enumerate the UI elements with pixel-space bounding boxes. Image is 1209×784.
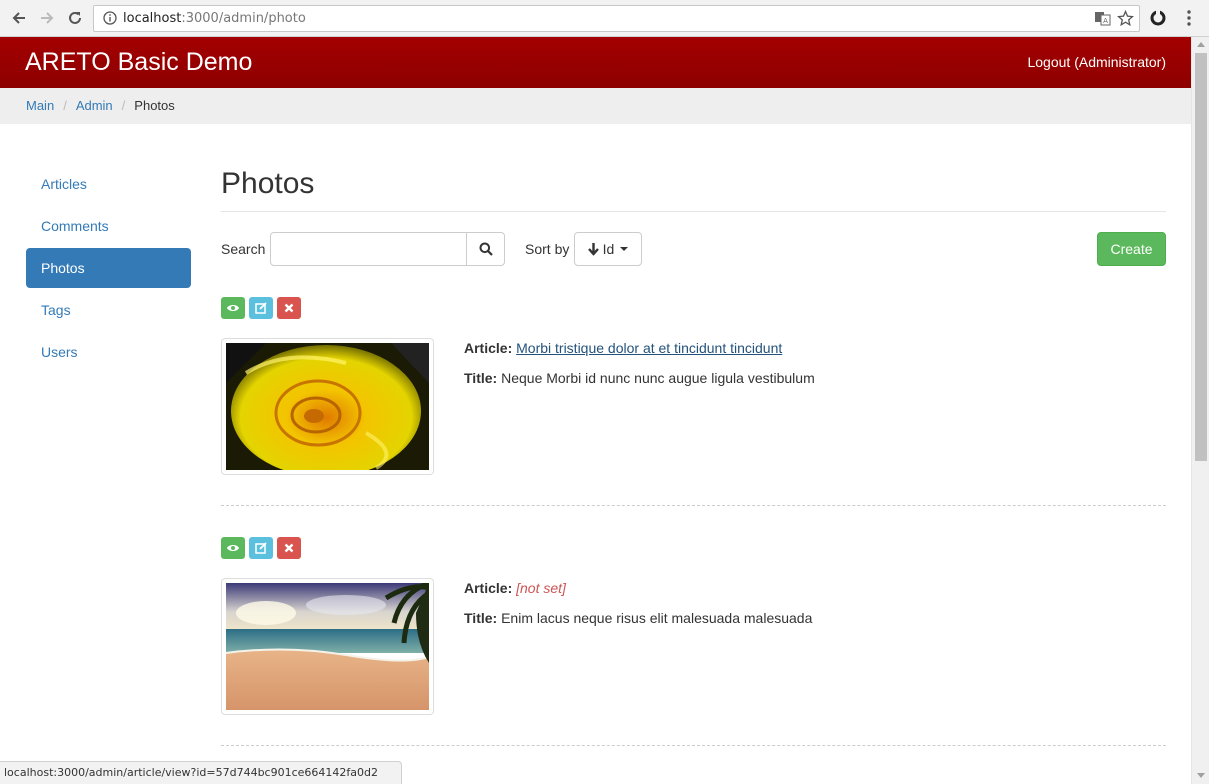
search-button[interactable] <box>466 233 504 265</box>
sidebar-item-tags[interactable]: Tags <box>26 290 191 330</box>
link-status-bar: localhost:3000/admin/article/view?id=57d… <box>0 761 402 784</box>
article-link[interactable]: Morbi tristique dolor at et tincidunt ti… <box>516 340 782 356</box>
sort-value: Id <box>602 241 615 257</box>
title-divider <box>221 211 1166 212</box>
back-button[interactable] <box>8 7 30 29</box>
record-fields: Article: [not set] Title: Enim lacus neq… <box>464 580 812 640</box>
photo-thumbnail[interactable] <box>221 578 434 715</box>
record-fields: Article: Morbi tristique dolor at et tin… <box>464 340 815 400</box>
record-actions <box>221 297 301 319</box>
create-button[interactable]: Create <box>1097 232 1166 266</box>
eye-icon <box>227 545 239 551</box>
address-bar[interactable]: localhost:3000/admin/photo A <box>93 5 1140 32</box>
eye-icon <box>227 305 239 311</box>
page-scrollbar[interactable] <box>1191 37 1209 784</box>
yellow-rose-image <box>226 343 429 470</box>
browser-menu-button[interactable] <box>1178 7 1200 29</box>
scrollbar-thumb[interactable] <box>1195 53 1207 461</box>
delete-button[interactable] <box>277 537 301 559</box>
kebab-menu-icon <box>1187 10 1191 26</box>
delete-button[interactable] <box>277 297 301 319</box>
breadcrumb-separator: / <box>63 98 67 113</box>
edit-icon <box>255 542 267 554</box>
app-navbar: ARETO Basic Demo Logout (Administrator) <box>0 37 1191 88</box>
sidebar-nav: Articles Comments Photos Tags Users <box>26 164 191 374</box>
info-icon[interactable] <box>103 11 117 25</box>
title-field: Title: Neque Morbi id nunc nunc augue li… <box>464 370 815 386</box>
extension-button[interactable] <box>1147 7 1169 29</box>
search-icon <box>479 242 493 256</box>
breadcrumb-admin-link[interactable]: Admin <box>76 98 113 114</box>
caret-down-icon <box>620 247 629 251</box>
article-field: Article: Morbi tristique dolor at et tin… <box>464 340 815 356</box>
tropical-beach-image <box>226 583 429 710</box>
scroll-down-icon[interactable] <box>1197 773 1205 778</box>
browser-toolbar: localhost:3000/admin/photo A <box>0 0 1209 37</box>
title-field: Title: Enim lacus neque risus elit males… <box>464 610 812 626</box>
edit-button[interactable] <box>249 297 273 319</box>
title-label: Title: <box>464 610 498 626</box>
sort-label: Sort by <box>525 241 570 257</box>
svg-text:A: A <box>1103 17 1108 25</box>
search-label: Search <box>221 241 266 257</box>
search-group <box>270 232 505 266</box>
close-icon <box>284 543 294 553</box>
breadcrumb-separator: / <box>121 98 126 113</box>
scroll-up-icon[interactable] <box>1197 42 1205 47</box>
view-button[interactable] <box>221 297 245 319</box>
sort-dropdown[interactable]: Id <box>574 232 642 266</box>
sync-extension-icon <box>1150 10 1166 26</box>
arrow-down-icon <box>587 242 599 256</box>
article-label: Article: <box>464 340 513 356</box>
logout-link[interactable]: Logout (Administrator) <box>1027 54 1166 70</box>
view-button[interactable] <box>221 537 245 559</box>
edit-icon <box>255 302 267 314</box>
title-label: Title: <box>464 370 498 386</box>
title-value: Neque Morbi id nunc nunc augue ligula ve… <box>501 370 815 386</box>
sidebar-item-comments[interactable]: Comments <box>26 206 191 246</box>
sidebar-item-photos[interactable]: Photos <box>26 248 191 288</box>
brand-title[interactable]: ARETO Basic Demo <box>25 48 252 77</box>
star-icon[interactable] <box>1117 10 1134 27</box>
breadcrumb-current: Photos <box>134 98 175 113</box>
forward-button[interactable] <box>36 7 58 29</box>
translate-icon[interactable]: A <box>1094 10 1111 27</box>
title-value: Enim lacus neque risus elit malesuada ma… <box>501 610 813 626</box>
edit-button[interactable] <box>249 537 273 559</box>
record-divider <box>221 745 1166 746</box>
article-not-set: [not set] <box>516 580 566 596</box>
url-text: localhost:3000/admin/photo <box>123 11 306 26</box>
record-actions <box>221 537 301 559</box>
close-icon <box>284 303 294 313</box>
photo-thumbnail[interactable] <box>221 338 434 475</box>
article-label: Article: <box>464 580 513 596</box>
reload-icon <box>69 11 81 24</box>
page-title: Photos <box>221 167 315 200</box>
article-field: Article: [not set] <box>464 580 812 596</box>
breadcrumb-main-link[interactable]: Main <box>26 98 54 114</box>
reload-button[interactable] <box>64 7 86 29</box>
sidebar-item-articles[interactable]: Articles <box>26 164 191 204</box>
search-input[interactable] <box>271 233 466 265</box>
back-arrow-icon <box>12 12 25 24</box>
forward-arrow-icon <box>41 12 54 24</box>
breadcrumb: Main / Admin / Photos <box>0 88 1191 124</box>
record-divider <box>221 505 1166 506</box>
sidebar-item-users[interactable]: Users <box>26 332 191 372</box>
